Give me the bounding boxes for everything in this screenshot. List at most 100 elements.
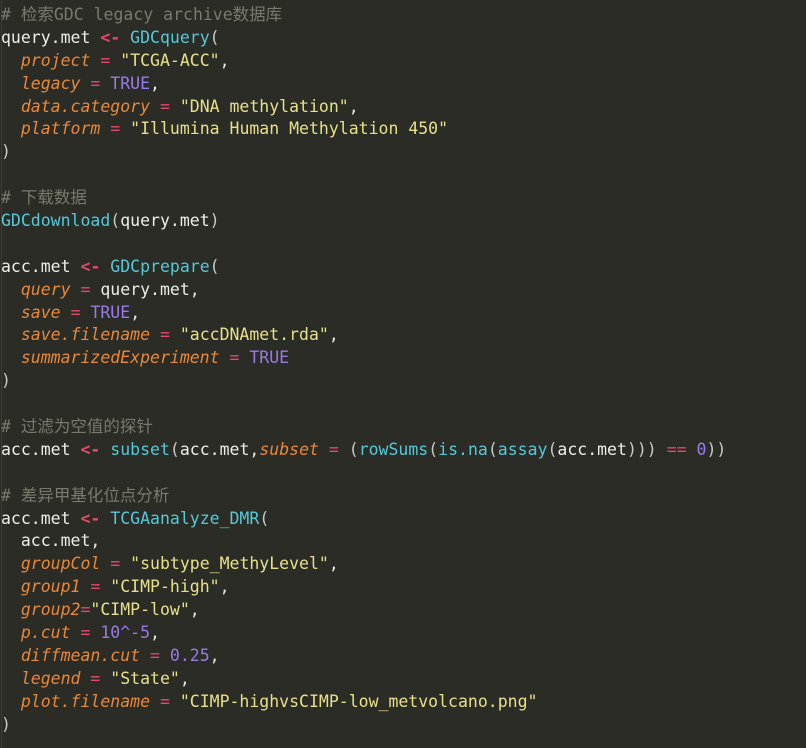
code-token-punc — [1, 303, 21, 322]
code-line[interactable]: ) — [0, 370, 806, 393]
code-line[interactable]: acc.met <- TCGAanalyze_DMR( — [0, 508, 806, 531]
code-token-punc: , — [90, 531, 101, 551]
code-token-op: = — [150, 645, 160, 665]
code-token-param: groupCol — [20, 554, 101, 574]
code-line[interactable]: p.cut = 10^-5, — [0, 622, 806, 645]
code-token-punc — [80, 577, 90, 596]
code-line[interactable]: plot.filename = "CIMP-highvsCIMP-low_met… — [0, 691, 806, 714]
code-token-punc — [1, 97, 21, 116]
code-token-punc — [120, 28, 130, 47]
code-token-param: save.filename — [20, 325, 151, 345]
code-token-param: platform — [20, 119, 101, 139]
code-token-punc — [71, 280, 81, 299]
code-token-punc — [90, 280, 100, 299]
code-token-kw: TRUE — [90, 302, 131, 322]
code-token-str: "TCGA-ACC" — [120, 50, 220, 70]
code-token-paren: ( — [547, 439, 558, 459]
code-line[interactable]: # 差异甲基化位点分析 — [0, 485, 806, 508]
code-line[interactable] — [0, 233, 806, 256]
code-line[interactable]: group2="CIMP-low", — [0, 599, 806, 622]
code-token-punc: , — [219, 577, 230, 597]
code-token-op: = — [90, 577, 101, 597]
code-token-punc — [160, 646, 170, 665]
code-token-punc — [140, 646, 150, 665]
code-token-id: acc.met — [1, 439, 71, 459]
code-token-param: group1 — [20, 577, 81, 597]
code-token-param: legacy — [20, 73, 81, 93]
code-token-paren: ) — [1, 371, 11, 391]
code-token-str: "CIMP-low" — [90, 600, 190, 620]
code-line[interactable] — [0, 462, 806, 485]
code-token-punc — [1, 577, 21, 596]
code-token-id: query.met — [120, 211, 210, 231]
code-token-str: "CIMP-highvsCIMP-low_metvolcano.png" — [179, 691, 538, 711]
code-line[interactable]: # 下载数据 — [0, 187, 806, 210]
code-line[interactable]: save.filename = "accDNAmet.rda", — [0, 324, 806, 347]
code-token-punc — [1, 348, 21, 367]
code-line[interactable]: diffmean.cut = 0.25, — [0, 645, 806, 668]
code-line[interactable]: GDCdownload(query.met) — [0, 210, 806, 233]
code-token-paren: ( — [428, 439, 439, 459]
code-token-punc — [71, 509, 81, 528]
code-line[interactable]: query = query.met, — [0, 279, 806, 302]
code-token-punc: , — [150, 73, 160, 93]
code-token-punc — [71, 623, 81, 642]
code-line[interactable]: groupCol = "subtype_MethyLevel", — [0, 553, 806, 576]
code-token-punc — [339, 440, 349, 459]
code-token-op: = — [110, 119, 121, 139]
code-editor[interactable]: # 检索GDC legacy archive数据库 query.met <- GD… — [0, 0, 806, 748]
code-token-punc — [100, 74, 110, 93]
code-token-paren: ))) — [626, 439, 657, 459]
code-token-arrow: <- — [80, 439, 101, 459]
code-line[interactable]: legend = "State", — [0, 668, 806, 691]
code-token-param: data.category — [20, 96, 151, 116]
code-token-id: query.met — [1, 27, 91, 47]
code-line[interactable]: project = "TCGA-ACC", — [0, 50, 806, 73]
code-line[interactable]: query.met <- GDCquery( — [0, 27, 806, 50]
code-token-punc — [319, 440, 329, 459]
code-token-fn: rowSums — [358, 439, 429, 459]
code-token-punc — [1, 119, 21, 138]
code-line[interactable]: ) — [0, 141, 806, 164]
code-token-kw: TRUE — [110, 73, 151, 93]
code-token-punc — [1, 280, 21, 299]
code-token-punc — [1, 74, 21, 93]
code-token-punc: , — [150, 623, 160, 643]
code-token-punc — [220, 348, 230, 367]
code-line[interactable]: platform = "Illumina Human Methylation 4… — [0, 118, 806, 141]
code-line[interactable]: data.category = "DNA methylation", — [0, 96, 806, 119]
code-token-punc — [80, 669, 90, 688]
code-token-punc — [657, 440, 667, 459]
code-line[interactable]: legacy = TRUE, — [0, 73, 806, 96]
code-token-punc — [100, 119, 110, 138]
code-line[interactable]: acc.met, — [0, 530, 806, 553]
code-token-param: subset — [259, 439, 319, 459]
code-line[interactable]: save = TRUE, — [0, 302, 806, 325]
code-line[interactable] — [0, 164, 806, 187]
code-line[interactable]: acc.met <- GDCprepare( — [0, 256, 806, 279]
code-line[interactable]: group1 = "CIMP-high", — [0, 576, 806, 599]
code-token-punc: , — [189, 600, 200, 620]
code-token-param: plot.filename — [20, 691, 151, 711]
code-token-op: = — [100, 50, 111, 70]
code-token-arrow: <- — [80, 508, 101, 528]
code-line[interactable]: ) — [0, 714, 806, 737]
code-token-punc — [120, 554, 130, 573]
code-content[interactable]: # 检索GDC legacy archive数据库 query.met <- GD… — [0, 0, 806, 737]
code-token-punc: , — [328, 554, 339, 574]
code-token-punc — [100, 554, 110, 573]
code-line[interactable] — [0, 393, 806, 416]
code-line[interactable]: summarizedExperiment = TRUE — [0, 347, 806, 370]
code-token-param: diffmean.cut — [20, 645, 141, 665]
code-token-punc — [71, 257, 81, 276]
code-line[interactable]: acc.met <- subset(acc.met,subset = (rowS… — [0, 439, 806, 462]
code-line[interactable]: # 过滤为空值的探针 — [0, 416, 806, 439]
code-token-num: 0.25 — [169, 645, 210, 665]
code-token-punc — [90, 623, 100, 642]
code-token-op: = — [110, 554, 121, 574]
code-line[interactable]: # 检索GDC legacy archive数据库 — [0, 4, 806, 27]
code-token-id: acc.met — [557, 439, 627, 459]
code-token-punc — [1, 325, 21, 344]
code-token-op: = — [159, 96, 170, 116]
code-token-punc — [170, 692, 180, 711]
